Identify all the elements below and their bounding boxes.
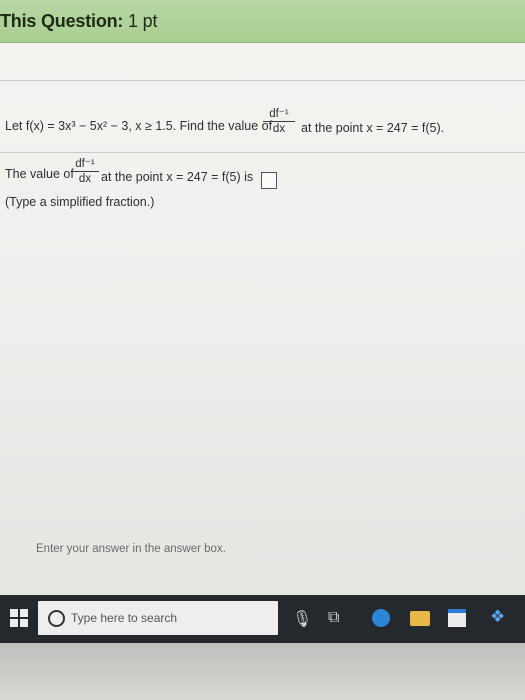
- answer-area: The value of df⁻¹ dx at the point x = 24…: [5, 158, 520, 218]
- fraction-bar: [71, 171, 99, 172]
- points-label: 1 pt: [128, 11, 158, 31]
- fraction-denominator: dx: [272, 123, 286, 135]
- microphone-icon[interactable]: 🎙: [292, 609, 312, 629]
- question-text: Let f(x) = 3x³ − 5x² − 3, x ≥ 1.5. Find …: [5, 108, 520, 150]
- answer-input[interactable]: [261, 172, 277, 189]
- divider: [0, 152, 525, 153]
- fraction-numerator: df⁻¹: [75, 158, 95, 170]
- question-text-start: Let f(x) = 3x³ − 5x² − 3, x ≥ 1.5. Find …: [5, 119, 273, 133]
- question-header: This Question: 1 pt: [0, 0, 525, 43]
- question-page: This Question: 1 pt Let f(x) = 3x³ − 5x²…: [0, 0, 525, 595]
- fraction-numerator: df⁻¹: [269, 108, 289, 120]
- task-view-icon[interactable]: ⧉: [328, 609, 339, 627]
- cortana-circle-icon: [48, 610, 65, 627]
- answer-text-end: at the point x = 247 = f(5) is: [101, 170, 254, 184]
- edge-browser-icon[interactable]: [372, 609, 390, 627]
- store-icon[interactable]: [448, 609, 466, 627]
- file-explorer-icon[interactable]: [410, 611, 430, 626]
- fraction-bar: [263, 121, 295, 122]
- answer-derivative-fraction: df⁻¹ dx: [71, 156, 99, 185]
- search-placeholder: Type here to search: [71, 611, 178, 625]
- header-title-label: This Question:: [0, 11, 124, 31]
- answer-text-start: The value of: [5, 167, 74, 181]
- divider: [0, 80, 525, 81]
- footer-instruction: Enter your answer in the answer box.: [36, 543, 226, 555]
- question-derivative-fraction: df⁻¹ dx: [263, 106, 295, 135]
- windows-start-icon[interactable]: [8, 607, 30, 629]
- header-title: This Question: 1 pt: [0, 11, 157, 32]
- windows-taskbar: Type here to search 🎙 ⧉ ❖: [0, 595, 525, 700]
- taskbar-search-box[interactable]: Type here to search: [38, 601, 278, 635]
- taskbar-strip: Type here to search 🎙 ⧉ ❖: [0, 595, 525, 643]
- fraction-denominator: dx: [78, 173, 92, 185]
- dropbox-icon[interactable]: ❖: [490, 607, 505, 627]
- question-text-end: at the point x = 247 = f(5).: [301, 121, 445, 135]
- answer-format-hint: (Type a simplified fraction.): [5, 195, 155, 209]
